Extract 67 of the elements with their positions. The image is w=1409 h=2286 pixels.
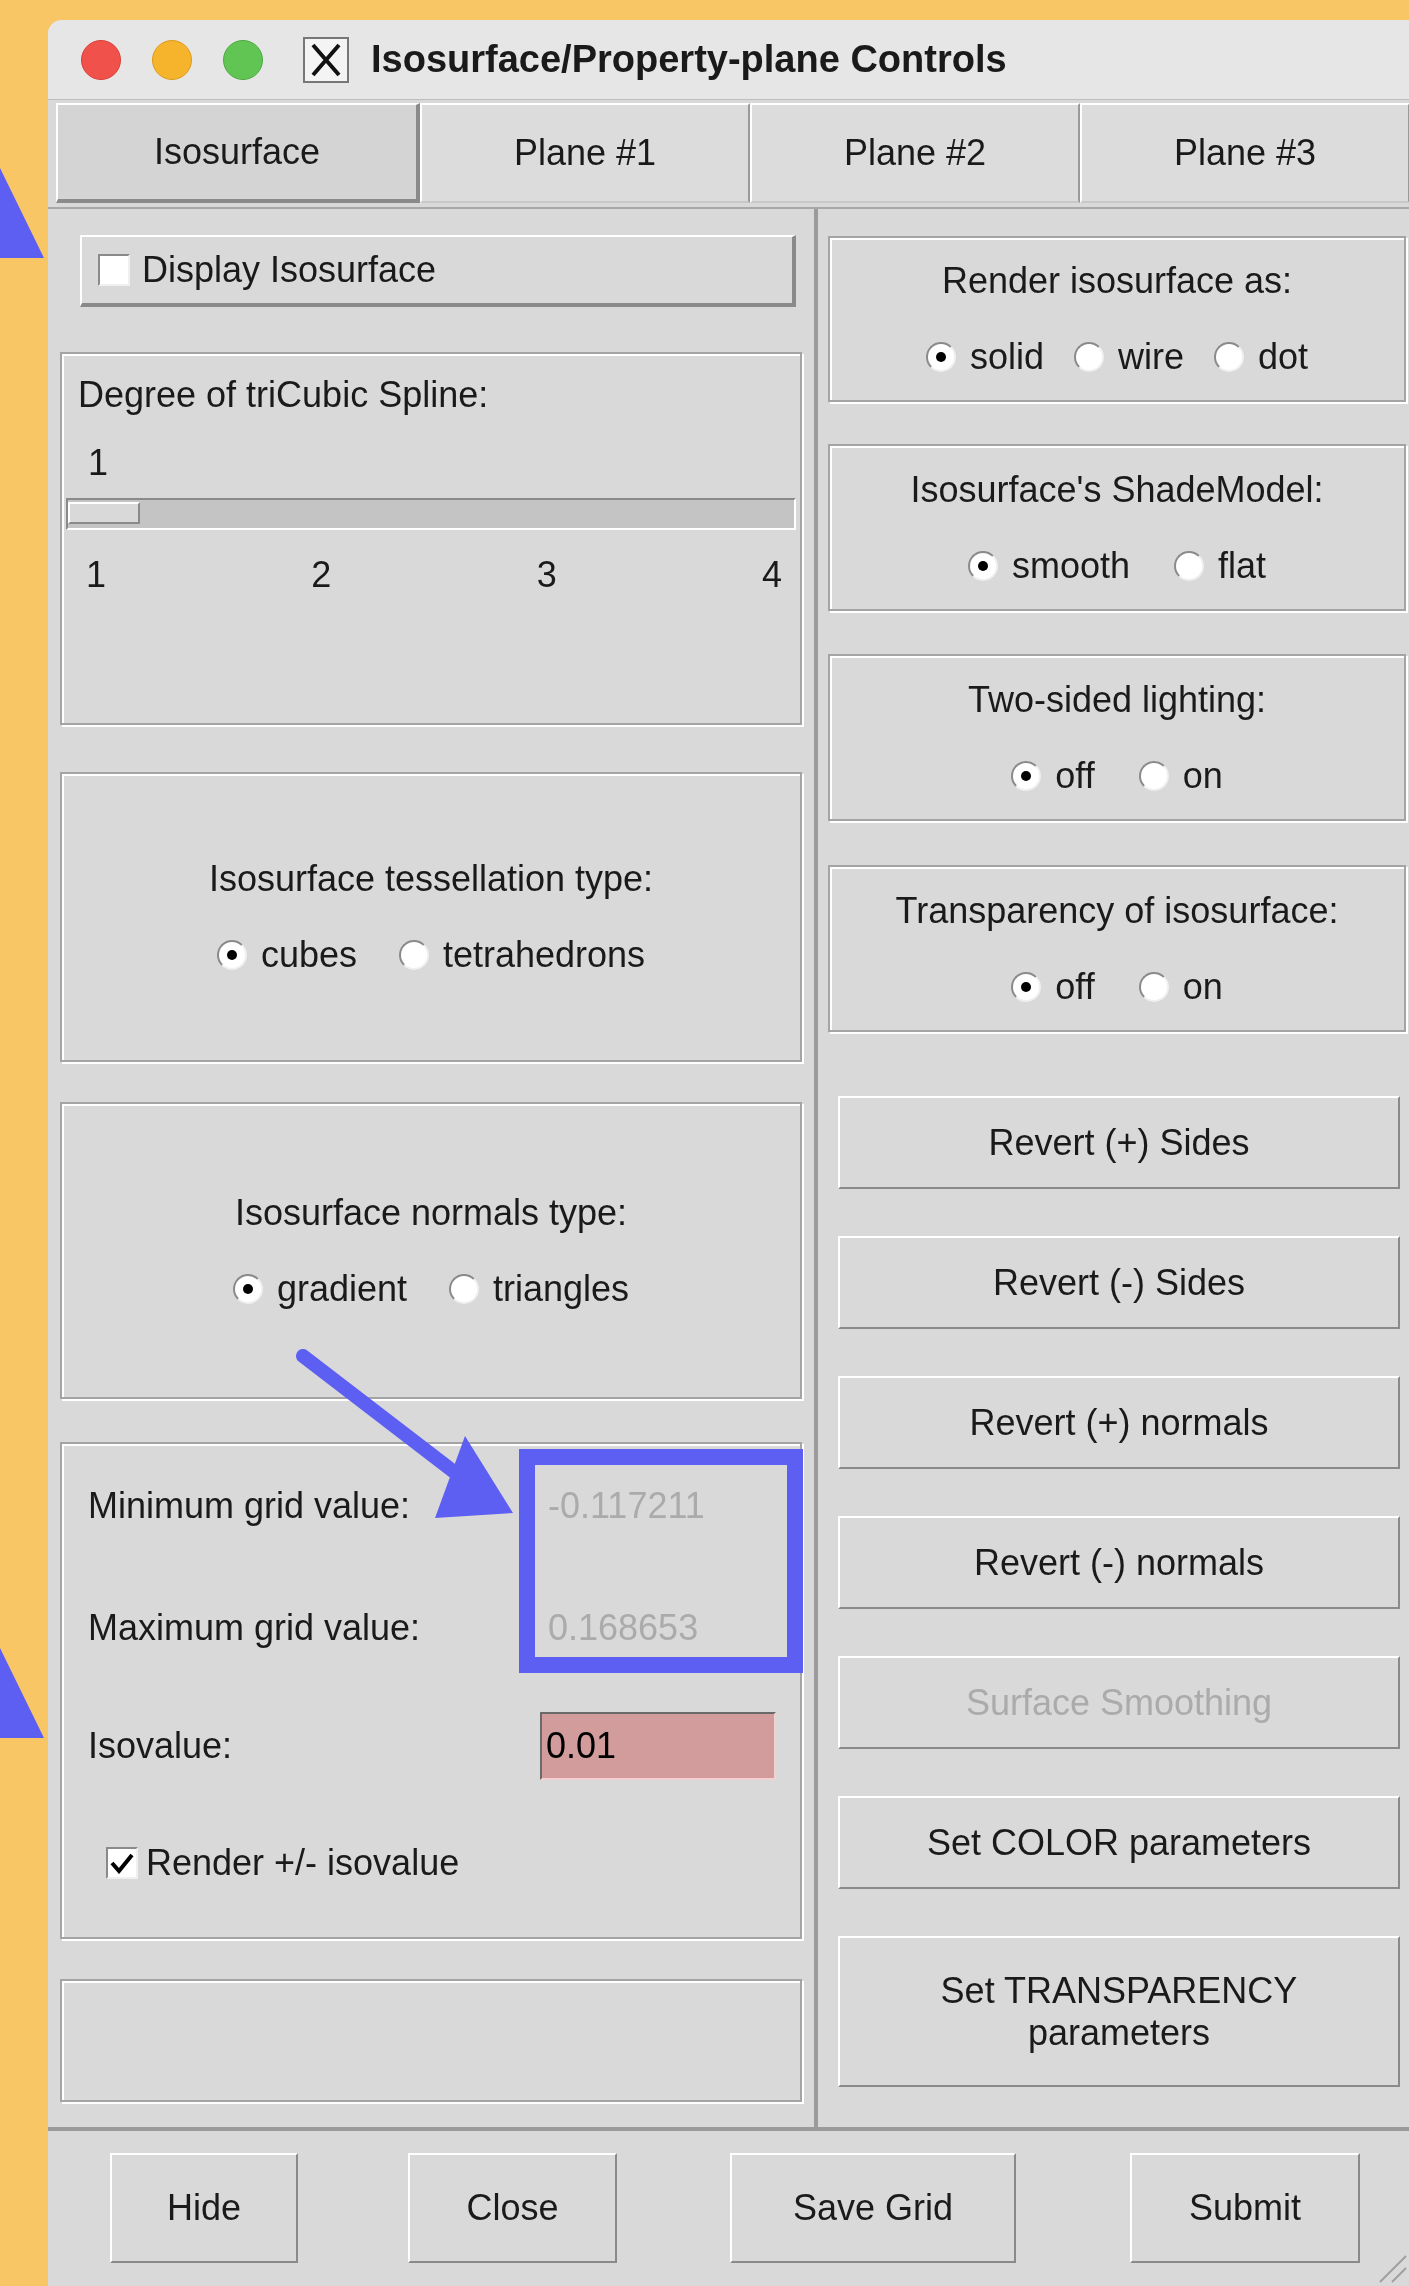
group-label: Degree of triCubic Spline:	[78, 373, 490, 417]
isovalue-field[interactable]: 0.01	[540, 1712, 776, 1780]
radio-button[interactable]	[1138, 971, 1169, 1002]
group-label: Isosurface tessellation type:	[208, 857, 654, 901]
close-window-button[interactable]	[81, 39, 121, 80]
radio-label: gradient	[276, 1266, 407, 1311]
radio-button[interactable]	[1011, 760, 1042, 791]
action-button[interactable]: Revert (-) normals	[838, 1516, 1400, 1609]
checkbox-label: Render +/- isovalue	[146, 1841, 460, 1885]
radio-label: wire	[1118, 335, 1184, 379]
radio-button[interactable]	[1011, 971, 1042, 1002]
footer-button[interactable]: Hide	[110, 2153, 298, 2263]
radio-button[interactable]	[1174, 550, 1204, 581]
field-label: Isovalue:	[88, 1724, 234, 1768]
window-title: Isosurface/Property-plane Controls	[371, 37, 1007, 82]
radio-button[interactable]	[1214, 342, 1244, 372]
group-label: Isosurface's ShadeModel:	[910, 467, 1324, 512]
maximize-window-button[interactable]	[223, 39, 263, 80]
checkmark-icon	[110, 1852, 134, 1874]
radio-button[interactable]	[967, 550, 998, 581]
radio-label: off	[1055, 753, 1095, 798]
group-label: Two-sided lighting:	[967, 677, 1267, 722]
radio-label: tetrahedrons	[442, 933, 646, 977]
tick-label: 3	[536, 553, 557, 597]
radio-button[interactable]	[449, 1273, 479, 1304]
footer-button[interactable]: Submit	[1130, 2153, 1360, 2263]
action-button[interactable]: Revert (-) Sides	[838, 1236, 1400, 1329]
radio-button[interactable]	[398, 940, 429, 970]
tab[interactable]: Plane #3	[1080, 103, 1409, 203]
radio-label: dot	[1258, 335, 1309, 379]
tab[interactable]: Plane #2	[750, 103, 1080, 203]
tick-label: 4	[761, 553, 782, 597]
radio-button[interactable]	[1138, 760, 1169, 791]
field-label: Minimum grid value:	[88, 1484, 412, 1528]
x-app-icon	[303, 36, 349, 83]
radio-label: flat	[1218, 543, 1267, 588]
radio-label: on	[1182, 964, 1223, 1009]
action-button[interactable]: Set COLOR parameters	[838, 1796, 1400, 1889]
radio-label: triangles	[493, 1266, 630, 1311]
field-label: Maximum grid value:	[88, 1606, 422, 1650]
action-button[interactable]: Revert (+) normals	[838, 1376, 1400, 1469]
radio-label: solid	[969, 335, 1044, 379]
radio-button[interactable]	[216, 940, 247, 970]
slider-thumb[interactable]	[68, 502, 140, 524]
group-label: Render isosurface as:	[941, 259, 1293, 303]
radio-button[interactable]	[232, 1273, 263, 1304]
action-button[interactable]: Revert (+) Sides	[838, 1096, 1400, 1189]
footer-button[interactable]: Save Grid	[730, 2153, 1016, 2263]
radio-button[interactable]	[1074, 342, 1104, 372]
checkbox[interactable]	[106, 1847, 138, 1879]
minimize-window-button[interactable]	[152, 39, 192, 80]
radio-label: cubes	[260, 933, 357, 977]
tick-label: 2	[311, 553, 332, 597]
radio-label: off	[1055, 964, 1095, 1009]
footer-button[interactable]: Close	[408, 2153, 617, 2263]
radio-label: smooth	[1011, 543, 1130, 588]
radio-button[interactable]	[925, 342, 956, 372]
slider-value: 1	[88, 441, 109, 485]
group-label: Isosurface normals type:	[234, 1190, 628, 1235]
tick-label: 1	[86, 553, 107, 597]
group-label: Transparency of isosurface:	[895, 888, 1339, 933]
action-button[interactable]: Set TRANSPARENCY parameters	[838, 1936, 1400, 2087]
radio-label: on	[1182, 753, 1223, 798]
tab[interactable]: Isosurface	[56, 103, 420, 203]
tab[interactable]: Plane #1	[420, 103, 750, 203]
display-isosurface-toggle[interactable]: Display Isosurface	[80, 235, 796, 307]
checkbox[interactable]	[98, 254, 130, 286]
